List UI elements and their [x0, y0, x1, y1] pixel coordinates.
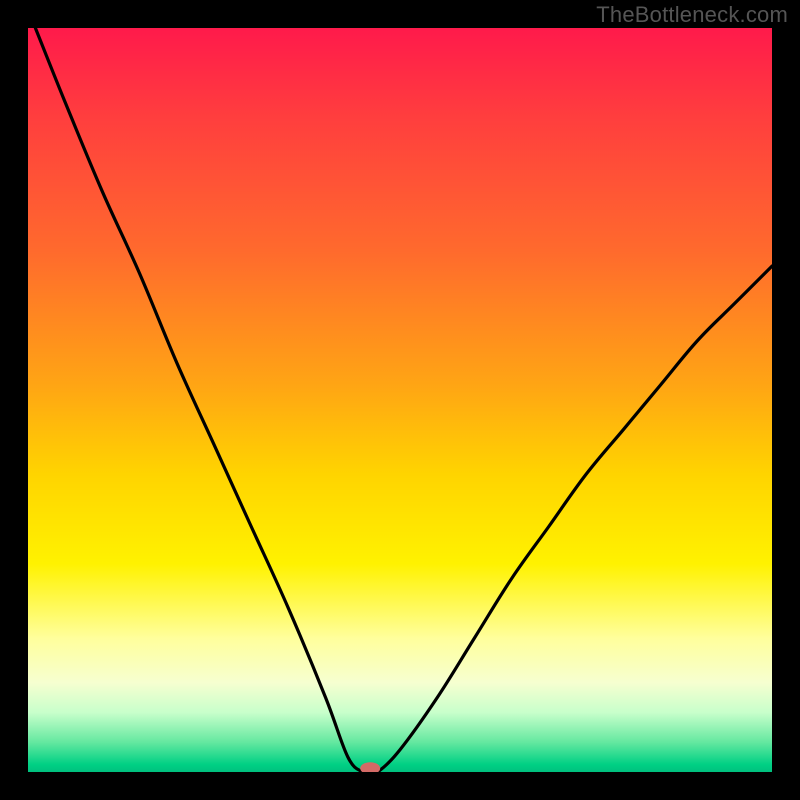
bottleneck-curve [28, 28, 772, 772]
curve-path [35, 28, 772, 772]
watermark-text: TheBottleneck.com [596, 2, 788, 28]
plot-area [28, 28, 772, 772]
chart-frame: TheBottleneck.com [0, 0, 800, 800]
optimal-marker [360, 762, 380, 772]
